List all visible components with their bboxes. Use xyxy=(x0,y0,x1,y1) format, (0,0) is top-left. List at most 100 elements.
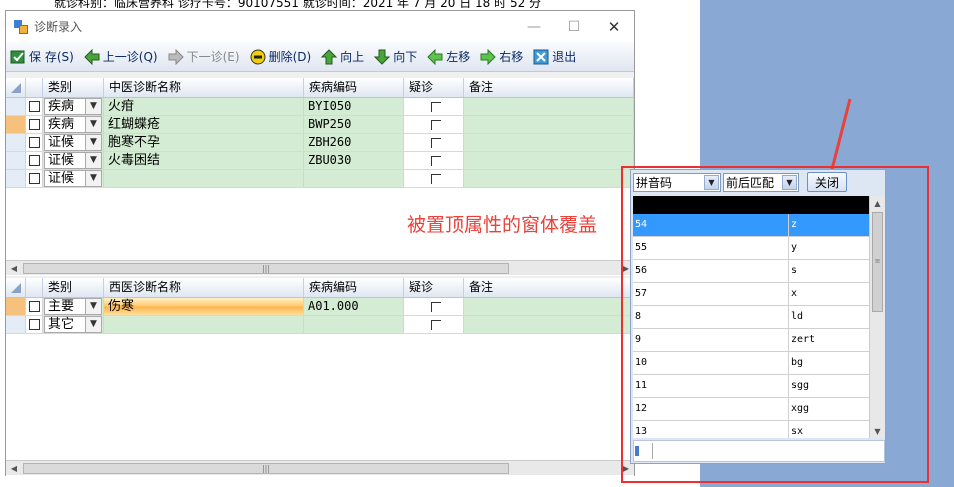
code-cell[interactable] xyxy=(304,316,404,333)
doubt-checkbox[interactable] xyxy=(430,319,441,330)
type-cell[interactable]: 疾病 ▼ xyxy=(43,98,104,115)
table-row[interactable]: 证候 ▼ 火毒困结 ZBU030 xyxy=(6,152,634,170)
code-cell[interactable]: ZBU030 xyxy=(304,152,404,169)
table-row[interactable]: 证候 ▼ xyxy=(6,170,634,188)
minimize-button[interactable]: — xyxy=(514,19,554,35)
name-cell[interactable]: 胞寒不孕 xyxy=(104,134,304,151)
move-up-button[interactable]: 向上 xyxy=(321,48,364,65)
chevron-down-icon[interactable]: ▼ xyxy=(85,153,101,168)
doubt-checkbox[interactable] xyxy=(430,301,441,312)
note-cell[interactable] xyxy=(464,152,634,169)
move-down-button[interactable]: 向下 xyxy=(374,48,417,65)
row-checkbox[interactable] xyxy=(29,155,40,166)
horizontal-scrollbar[interactable]: ◀ ||| ▶ xyxy=(6,260,634,275)
type-select[interactable]: 证候 ▼ xyxy=(44,170,102,187)
row-checkbox[interactable] xyxy=(29,173,40,184)
select-all-corner[interactable] xyxy=(6,78,26,97)
doubt-cell[interactable] xyxy=(404,170,464,187)
type-cell[interactable]: 证候 ▼ xyxy=(43,134,104,151)
doubt-cell[interactable] xyxy=(404,98,464,115)
row-selector[interactable] xyxy=(6,152,26,169)
header-doubt[interactable]: 疑诊 xyxy=(404,278,464,297)
type-cell[interactable]: 证候 ▼ xyxy=(43,152,104,169)
chevron-down-icon[interactable]: ▼ xyxy=(85,317,101,332)
row-selector[interactable] xyxy=(6,116,26,133)
row-checkbox-cell[interactable] xyxy=(26,98,43,115)
code-cell[interactable]: ZBH260 xyxy=(304,134,404,151)
row-checkbox[interactable] xyxy=(29,137,40,148)
select-all-corner[interactable] xyxy=(6,278,26,297)
delete-button[interactable]: 删除(D) xyxy=(250,48,311,65)
chevron-down-icon[interactable]: ▼ xyxy=(85,117,101,132)
scroll-left-icon[interactable]: ◀ xyxy=(6,461,22,476)
name-cell[interactable]: 火毒困结 xyxy=(104,152,304,169)
exit-button[interactable]: 退出 xyxy=(533,48,576,65)
row-checkbox[interactable] xyxy=(29,119,40,130)
table-row[interactable]: 主要 ▼ 伤寒 A01.000 xyxy=(6,298,634,316)
type-cell[interactable]: 疾病 ▼ xyxy=(43,116,104,133)
row-selector[interactable] xyxy=(6,134,26,151)
type-cell[interactable]: 其它 ▼ xyxy=(43,316,104,333)
type-cell[interactable]: 主要 ▼ xyxy=(43,298,104,315)
chevron-down-icon[interactable]: ▼ xyxy=(85,171,101,186)
row-checkbox-cell[interactable] xyxy=(26,170,43,187)
note-cell[interactable] xyxy=(464,298,634,315)
scroll-left-icon[interactable]: ◀ xyxy=(6,261,22,276)
doubt-cell[interactable] xyxy=(404,298,464,315)
title-bar[interactable]: 诊断录入 — ☐ ✕ xyxy=(6,11,634,42)
table-row[interactable]: 证候 ▼ 胞寒不孕 ZBH260 xyxy=(6,134,634,152)
name-cell[interactable]: 伤寒 xyxy=(104,298,304,315)
note-cell[interactable] xyxy=(464,116,634,133)
row-checkbox-cell[interactable] xyxy=(26,134,43,151)
move-left-button[interactable]: 左移 xyxy=(427,48,470,65)
close-button[interactable]: ✕ xyxy=(594,18,634,36)
doubt-cell[interactable] xyxy=(404,116,464,133)
row-checkbox[interactable] xyxy=(29,101,40,112)
name-cell[interactable] xyxy=(104,316,304,333)
header-note[interactable]: 备注 xyxy=(464,278,634,297)
row-selector[interactable] xyxy=(6,316,26,333)
table-row[interactable]: 其它 ▼ xyxy=(6,316,634,334)
doubt-checkbox[interactable] xyxy=(430,137,441,148)
chevron-down-icon[interactable]: ▼ xyxy=(85,299,101,314)
doubt-cell[interactable] xyxy=(404,134,464,151)
code-cell[interactable]: BWP250 xyxy=(304,116,404,133)
scroll-thumb[interactable]: ||| xyxy=(23,463,509,474)
type-select[interactable]: 疾病 ▼ xyxy=(44,116,102,133)
row-checkbox-cell[interactable] xyxy=(26,116,43,133)
row-checkbox-cell[interactable] xyxy=(26,152,43,169)
code-cell[interactable]: A01.000 xyxy=(304,298,404,315)
doubt-checkbox[interactable] xyxy=(430,119,441,130)
name-cell[interactable] xyxy=(104,170,304,187)
table-row[interactable]: 疾病 ▼ 火疳 BYI050 xyxy=(6,98,634,116)
doubt-cell[interactable] xyxy=(404,316,464,333)
doubt-checkbox[interactable] xyxy=(430,101,441,112)
save-button[interactable]: 保 存(S) xyxy=(10,48,74,65)
note-cell[interactable] xyxy=(464,316,634,333)
row-checkbox[interactable] xyxy=(29,301,40,312)
chevron-down-icon[interactable]: ▼ xyxy=(85,135,101,150)
header-note[interactable]: 备注 xyxy=(464,78,634,97)
header-name[interactable]: 西医诊断名称 xyxy=(104,278,304,297)
type-cell[interactable]: 证候 ▼ xyxy=(43,170,104,187)
header-doubt[interactable]: 疑诊 xyxy=(404,78,464,97)
code-cell[interactable] xyxy=(304,170,404,187)
prev-visit-button[interactable]: 上一诊(Q) xyxy=(84,48,158,65)
horizontal-scrollbar[interactable]: ◀ ||| ▶ xyxy=(6,460,634,475)
note-cell[interactable] xyxy=(464,170,634,187)
scroll-thumb[interactable]: ||| xyxy=(23,263,509,274)
type-select[interactable]: 证候 ▼ xyxy=(44,134,102,151)
type-select[interactable]: 其它 ▼ xyxy=(44,316,102,333)
type-select[interactable]: 疾病 ▼ xyxy=(44,98,102,115)
header-name[interactable]: 中医诊断名称 xyxy=(104,78,304,97)
row-selector[interactable] xyxy=(6,98,26,115)
row-checkbox-cell[interactable] xyxy=(26,316,43,333)
table-row[interactable]: 疾病 ▼ 红蝴蝶疮 BWP250 xyxy=(6,116,634,134)
row-selector[interactable] xyxy=(6,298,26,315)
name-cell[interactable]: 火疳 xyxy=(104,98,304,115)
code-cell[interactable]: BYI050 xyxy=(304,98,404,115)
maximize-button[interactable]: ☐ xyxy=(554,19,594,35)
type-select[interactable]: 主要 ▼ xyxy=(44,298,102,315)
move-right-button[interactable]: 右移 xyxy=(480,48,523,65)
row-checkbox-cell[interactable] xyxy=(26,298,43,315)
